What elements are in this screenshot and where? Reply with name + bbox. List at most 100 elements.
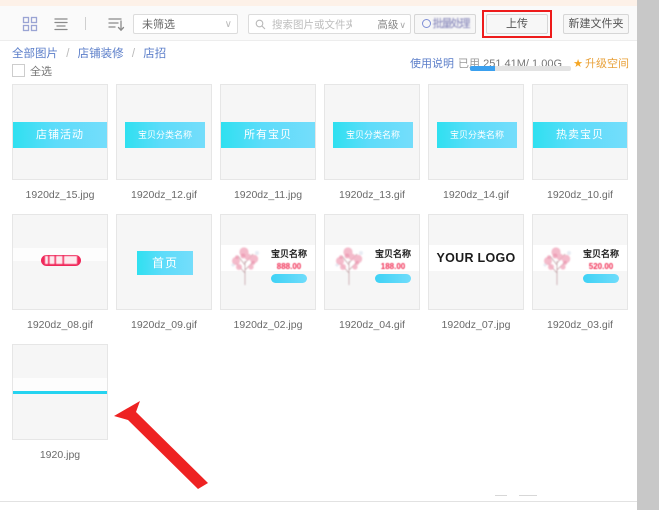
file-name-label: 1920.jpg bbox=[39, 449, 81, 461]
upload-button-highlight bbox=[482, 10, 552, 38]
chevron-down-icon: ∨ bbox=[224, 19, 232, 30]
sort-icon[interactable] bbox=[107, 15, 125, 33]
select-all-control[interactable]: 全选 bbox=[12, 63, 52, 79]
breadcrumb-separator: / bbox=[131, 48, 136, 60]
file-item[interactable]: 热卖宝贝 1920dz_10.gif bbox=[532, 84, 628, 201]
thumb-product-info: 宝贝名称 888.00 bbox=[265, 247, 313, 283]
storage-progress-bar bbox=[470, 66, 571, 71]
thumb-product-price: 520.00 bbox=[588, 262, 614, 271]
file-item[interactable]: 店铺活动 1920dz_15.jpg bbox=[12, 84, 108, 201]
file-grid: 店铺活动 1920dz_15.jpg 宝贝分类名称 1920dz_12.gif 所有宝贝… bbox=[0, 84, 637, 488]
thumb-button-text: 首页 bbox=[137, 251, 193, 275]
thumb-logo-text: YOUR LOGO bbox=[436, 251, 516, 265]
file-name-label: 1920dz_11.jpg bbox=[233, 189, 303, 201]
file-thumbnail[interactable]: 宝贝名称 520.00 bbox=[532, 214, 628, 310]
file-item[interactable]: 宝贝名称 188.00 1920dz_04.gif bbox=[324, 214, 420, 331]
file-thumbnail[interactable]: 宝贝名称 188.00 bbox=[324, 214, 420, 310]
file-thumbnail[interactable]: 宝贝名称 888.00 bbox=[220, 214, 316, 310]
usage-help-link[interactable]: 使用说明 bbox=[410, 55, 454, 71]
thumb-product-button bbox=[583, 274, 619, 283]
batch-process-button[interactable]: 批量处理 bbox=[414, 14, 476, 34]
file-name-label: 1920dz_04.gif bbox=[339, 319, 405, 331]
toolbar-divider bbox=[85, 17, 86, 30]
window-right-edge bbox=[637, 0, 659, 510]
file-thumbnail[interactable]: YOUR LOGO bbox=[428, 214, 524, 310]
search-input[interactable] bbox=[270, 15, 354, 35]
thumb-banner-text: 宝贝分类名称 bbox=[333, 122, 413, 148]
bottom-divider bbox=[0, 501, 637, 502]
file-item[interactable]: 宝贝名称 520.00 1920dz_03.gif bbox=[532, 214, 628, 331]
thumb-cyan-line bbox=[13, 391, 107, 394]
file-thumbnail[interactable]: 所有宝贝 bbox=[220, 84, 316, 180]
advanced-search-toggle[interactable]: 高级∨ bbox=[377, 17, 406, 32]
thumb-product-name: 宝贝名称 bbox=[374, 249, 411, 259]
breadcrumb-item-all[interactable]: 全部图片 bbox=[12, 48, 58, 60]
thumb-product-button bbox=[271, 274, 307, 283]
breadcrumb-item-decoration[interactable]: 店铺装修 bbox=[78, 48, 124, 60]
file-name-label: 1920dz_12.gif bbox=[131, 189, 197, 201]
file-item[interactable]: 宝贝分类名称 1920dz_13.gif bbox=[324, 84, 420, 201]
file-item[interactable]: 1920.jpg bbox=[12, 344, 108, 461]
list-icon[interactable] bbox=[52, 15, 70, 33]
thumb-product-price: 188.00 bbox=[380, 262, 406, 271]
flower-graphic bbox=[543, 247, 571, 285]
file-thumbnail[interactable] bbox=[12, 344, 108, 440]
file-name-label: 1920dz_13.gif bbox=[339, 189, 405, 201]
thumb-product-button bbox=[375, 274, 411, 283]
search-icon bbox=[255, 19, 266, 30]
thumb-product-name: 宝贝名称 bbox=[582, 249, 619, 259]
file-name-label: 1920dz_15.jpg bbox=[25, 189, 95, 201]
chevron-down-icon: ∨ bbox=[399, 20, 406, 30]
file-item[interactable]: 宝贝名称 888.00 1920dz_02.jpg bbox=[220, 214, 316, 331]
breadcrumb: 全部图片 / 店铺装修 / 店招 bbox=[12, 45, 166, 61]
flower-graphic bbox=[335, 247, 363, 285]
file-thumbnail[interactable]: 店铺活动 bbox=[12, 84, 108, 180]
file-item[interactable]: 宝贝分类名称 1920dz_14.gif bbox=[428, 84, 524, 201]
thumb-product-price: 888.00 bbox=[276, 262, 302, 271]
thumb-red-pill bbox=[41, 255, 81, 266]
file-thumbnail[interactable]: 首页 bbox=[116, 214, 212, 310]
upgrade-storage-link[interactable]: ★ 升级空间 bbox=[573, 55, 629, 71]
new-folder-button[interactable]: 新建文件夹 bbox=[563, 14, 629, 34]
thumb-banner-text: 店铺活动 bbox=[13, 122, 107, 148]
select-all-label: 全选 bbox=[30, 66, 52, 78]
image-manager-panel: 未筛选 ∨ 高级∨ 批量处理 上传 新建文件夹 bbox=[0, 0, 637, 510]
file-item[interactable]: 宝贝分类名称 1920dz_12.gif bbox=[116, 84, 212, 201]
thumb-banner-text: 宝贝分类名称 bbox=[437, 122, 517, 148]
thumb-banner-text: 热卖宝贝 bbox=[533, 122, 627, 148]
flower-graphic bbox=[231, 247, 259, 285]
file-item[interactable]: 1920dz_08.gif bbox=[12, 214, 108, 331]
new-folder-button-label: 新建文件夹 bbox=[568, 18, 624, 30]
file-name-label: 1920dz_02.jpg bbox=[233, 319, 303, 331]
advanced-search-label: 高级 bbox=[377, 19, 399, 31]
file-name-label: 1920dz_03.gif bbox=[547, 319, 613, 331]
thumb-product-info: 宝贝名称 188.00 bbox=[369, 247, 417, 283]
file-thumbnail[interactable]: 宝贝分类名称 bbox=[116, 84, 212, 180]
grid-icon[interactable] bbox=[21, 15, 39, 33]
thumb-banner-text: 宝贝分类名称 bbox=[125, 122, 205, 148]
file-name-label: 1920dz_07.jpg bbox=[441, 319, 511, 331]
file-name-label: 1920dz_08.gif bbox=[27, 319, 93, 331]
breadcrumb-separator: / bbox=[66, 48, 70, 60]
file-name-label: 1920dz_10.gif bbox=[547, 189, 613, 201]
select-all-checkbox[interactable] bbox=[12, 64, 25, 77]
file-thumbnail[interactable]: 宝贝分类名称 bbox=[324, 84, 420, 180]
breadcrumb-item-current[interactable]: 店招 bbox=[143, 48, 166, 60]
file-thumbnail[interactable]: 宝贝分类名称 bbox=[428, 84, 524, 180]
filter-select[interactable]: 未筛选 ∨ bbox=[133, 14, 238, 34]
toolbar: 未筛选 ∨ 高级∨ 批量处理 上传 新建文件夹 bbox=[0, 6, 637, 41]
globe-icon bbox=[421, 19, 431, 28]
search-box[interactable]: 高级∨ bbox=[248, 14, 411, 35]
file-item[interactable]: 所有宝贝 1920dz_11.jpg bbox=[220, 84, 316, 201]
file-item[interactable]: 首页 1920dz_09.gif bbox=[116, 214, 212, 331]
bottom-stub-marks bbox=[495, 495, 555, 497]
thumb-product-info: 宝贝名称 520.00 bbox=[577, 247, 625, 283]
file-item[interactable]: YOUR LOGO 1920dz_07.jpg bbox=[428, 214, 524, 331]
batch-process-label: 批量处理 bbox=[432, 18, 471, 30]
filter-select-value: 未筛选 bbox=[142, 19, 175, 31]
file-thumbnail[interactable] bbox=[12, 214, 108, 310]
thumb-banner-text: 所有宝贝 bbox=[221, 122, 315, 148]
star-icon: ★ bbox=[573, 58, 583, 70]
file-thumbnail[interactable]: 热卖宝贝 bbox=[532, 84, 628, 180]
file-name-label: 1920dz_14.gif bbox=[443, 189, 509, 201]
